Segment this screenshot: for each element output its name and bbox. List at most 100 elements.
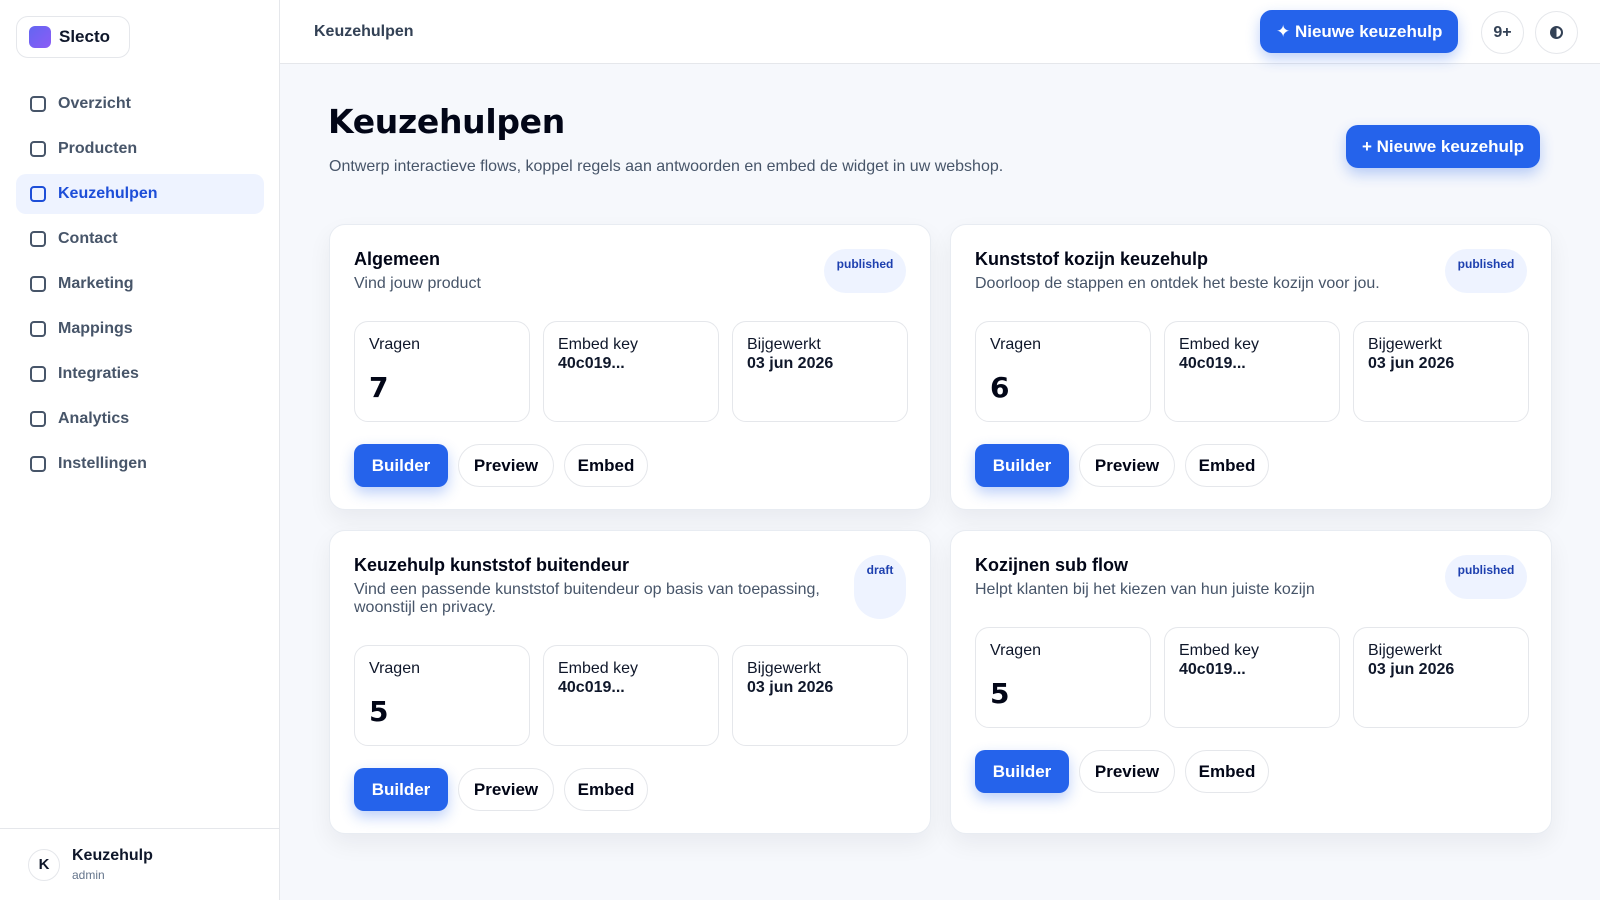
square-icon (30, 321, 46, 337)
new-keuzehulp-top-button[interactable]: ✦ Nieuwe keuzehulp (1260, 10, 1459, 53)
embed-button[interactable]: Embed (564, 768, 648, 811)
square-icon (30, 96, 46, 112)
updated-stat: Bijgewerkt 03 jun 2026 (732, 645, 908, 746)
preview-button[interactable]: Preview (458, 444, 554, 487)
updated-value: 03 jun 2026 (747, 355, 834, 372)
questions-count: 7 (369, 371, 389, 404)
embed-key-value: 40c019... (1179, 355, 1246, 372)
builder-button[interactable]: Builder (975, 750, 1069, 793)
sidebar-item-label: Instellingen (58, 455, 147, 472)
card-description: Doorloop de stappen en ontdek het beste … (975, 275, 1380, 292)
status-badge: published (1445, 555, 1527, 599)
card-description: Vind een passende kunststof buitendeur o… (354, 581, 820, 616)
sidebar-nav: Overzicht Producten Keuzehulpen Contact … (16, 84, 264, 489)
embed-key-value: 40c019... (558, 355, 625, 372)
stat-label: Bijgewerkt (747, 336, 821, 353)
updated-stat: Bijgewerkt 03 jun 2026 (1353, 627, 1529, 728)
sidebar-item-label: Contact (58, 230, 118, 247)
theme-toggle-button[interactable] (1535, 11, 1578, 54)
square-icon (30, 186, 46, 202)
sidebar-item-marketing[interactable]: Marketing (16, 264, 264, 304)
embed-button[interactable]: Embed (1185, 750, 1269, 793)
card-description: Helpt klanten bij het kiezen van hun jui… (975, 581, 1315, 598)
questions-count: 5 (990, 677, 1010, 710)
card-description: Vind jouw product (354, 275, 481, 292)
stat-label: Vragen (369, 660, 420, 677)
user-name: Keuzehulp (72, 847, 153, 864)
theme-toggle-icon (1550, 26, 1563, 39)
keuzehulp-card: Algemeen Vind jouw product published Vra… (329, 224, 931, 510)
embed-key-stat: Embed key 40c019... (1164, 627, 1340, 728)
breadcrumb: Keuzehulpen (314, 23, 414, 40)
stat-label: Bijgewerkt (1368, 336, 1442, 353)
embed-key-value: 40c019... (1179, 661, 1246, 678)
stat-label: Bijgewerkt (747, 660, 821, 677)
embed-key-stat: Embed key 40c019... (543, 321, 719, 422)
updated-stat: Bijgewerkt 03 jun 2026 (732, 321, 908, 422)
sidebar-item-instellingen[interactable]: Instellingen (16, 444, 264, 484)
card-title: Kozijnen sub flow (975, 555, 1128, 575)
sidebar-item-label: Analytics (58, 410, 130, 427)
square-icon (30, 411, 46, 427)
square-icon (30, 231, 46, 247)
logo[interactable]: Slecto (16, 16, 130, 58)
questions-stat: Vragen 5 (975, 627, 1151, 728)
new-keuzehulp-button[interactable]: + Nieuwe keuzehulp (1346, 125, 1541, 168)
sidebar: Slecto Overzicht Producten Keuzehulpen C… (0, 0, 280, 900)
embed-button[interactable]: Embed (1185, 444, 1269, 487)
card-title: Kunststof kozijn keuzehulp (975, 249, 1209, 269)
stat-label: Embed key (558, 660, 639, 677)
questions-stat: Vragen 7 (354, 321, 530, 422)
embed-key-stat: Embed key 40c019... (543, 645, 719, 746)
sidebar-item-analytics[interactable]: Analytics (16, 399, 264, 439)
user-info: Keuzehulp admin (72, 847, 153, 882)
questions-stat: Vragen 6 (975, 321, 1151, 422)
sidebar-item-label: Integraties (58, 365, 139, 382)
stat-label: Embed key (1179, 642, 1260, 659)
builder-button[interactable]: Builder (354, 444, 448, 487)
sidebar-item-overzicht[interactable]: Overzicht (16, 84, 264, 124)
questions-count: 6 (990, 371, 1010, 404)
user-profile[interactable]: K Keuzehulp admin (0, 828, 280, 900)
embed-key-value: 40c019... (558, 679, 625, 696)
page-subtitle: Ontwerp interactieve flows, koppel regel… (329, 158, 1004, 175)
sidebar-item-integraties[interactable]: Integraties (16, 354, 264, 394)
logo-icon (29, 26, 51, 48)
updated-value: 03 jun 2026 (1368, 661, 1455, 678)
stat-label: Vragen (990, 336, 1041, 353)
builder-button[interactable]: Builder (975, 444, 1069, 487)
questions-stat: Vragen 5 (354, 645, 530, 746)
card-title: Algemeen (354, 249, 441, 269)
keuzehulp-card: Kozijnen sub flow Helpt klanten bij het … (950, 530, 1552, 834)
topbar: Keuzehulpen ✦ Nieuwe keuzehulp 9+ (280, 0, 1600, 64)
sidebar-item-label: Mappings (58, 320, 133, 337)
preview-button[interactable]: Preview (1079, 444, 1175, 487)
embed-button[interactable]: Embed (564, 444, 648, 487)
card-title: Keuzehulp kunststof buitendeur (354, 555, 630, 575)
user-role: admin (72, 868, 105, 882)
status-badge: published (824, 249, 906, 293)
sidebar-item-producten[interactable]: Producten (16, 129, 264, 169)
avatar: K (28, 848, 60, 881)
square-icon (30, 141, 46, 157)
keuzehulp-card: Keuzehulp kunststof buitendeur Vind een … (329, 530, 931, 834)
sidebar-item-label: Marketing (58, 275, 134, 292)
preview-button[interactable]: Preview (1079, 750, 1175, 793)
stat-label: Embed key (558, 336, 639, 353)
sidebar-item-label: Overzicht (58, 95, 131, 112)
sidebar-item-keuzehulpen[interactable]: Keuzehulpen (16, 174, 264, 214)
sidebar-item-contact[interactable]: Contact (16, 219, 264, 259)
sidebar-item-mappings[interactable]: Mappings (16, 309, 264, 349)
preview-button[interactable]: Preview (458, 768, 554, 811)
builder-button[interactable]: Builder (354, 768, 448, 811)
square-icon (30, 276, 46, 292)
embed-key-stat: Embed key 40c019... (1164, 321, 1340, 422)
square-icon (30, 456, 46, 472)
stat-label: Embed key (1179, 336, 1260, 353)
sidebar-item-label: Producten (58, 140, 138, 157)
notifications-button[interactable]: 9+ (1481, 11, 1524, 54)
updated-stat: Bijgewerkt 03 jun 2026 (1353, 321, 1529, 422)
status-badge: draft (854, 555, 906, 619)
page-title: Keuzehulpen (328, 102, 565, 141)
stat-label: Bijgewerkt (1368, 642, 1442, 659)
